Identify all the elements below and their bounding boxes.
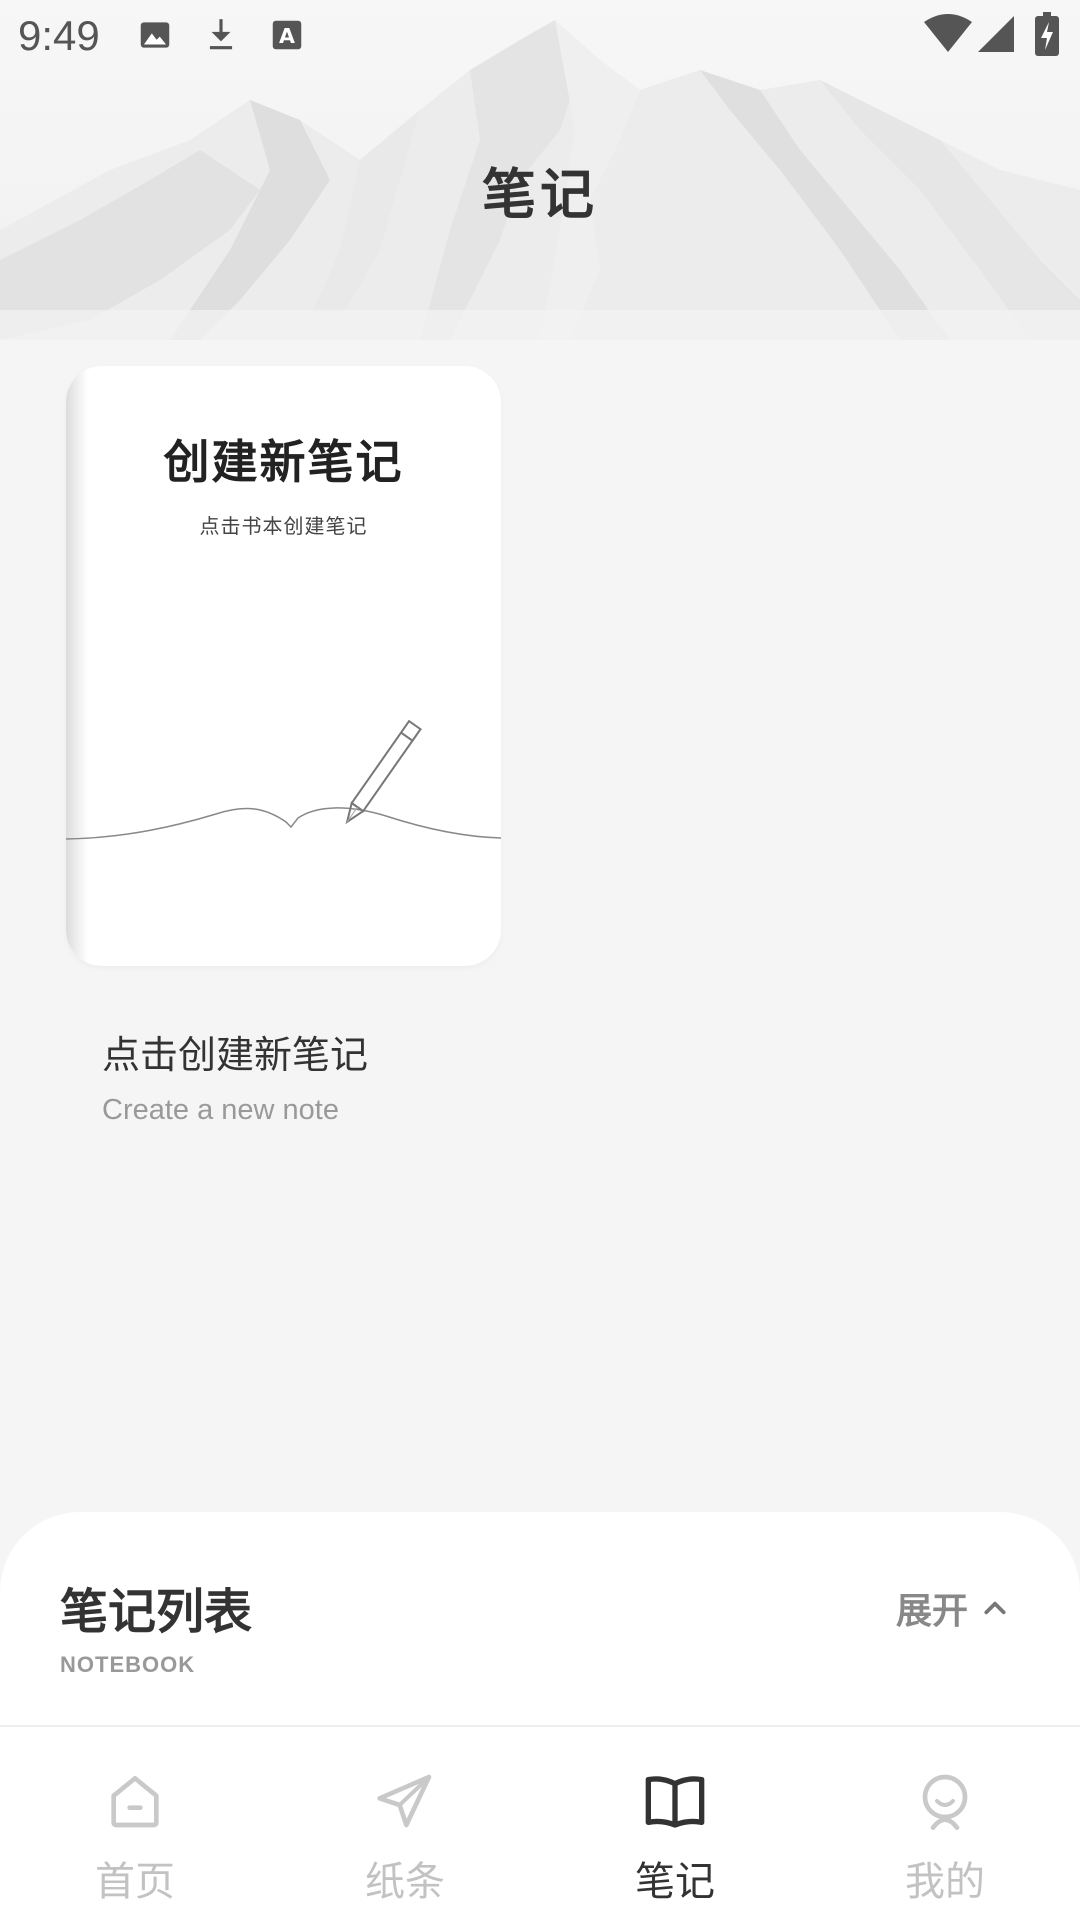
status-time: 9:49 (18, 12, 100, 59)
page-title: 笔记 (482, 163, 598, 226)
pen-writing-illustration (66, 719, 501, 840)
battery-charging-icon (1035, 12, 1059, 56)
bottom-nav: 首页 纸条 笔记 我的 (0, 1727, 1080, 1920)
profile-icon (922, 1774, 968, 1830)
nav-item-home[interactable]: 首页 (0, 1727, 270, 1920)
expand-label: 展开 (895, 1591, 968, 1632)
nav-item-notes-paper[interactable]: 纸条 (270, 1727, 540, 1920)
paper-plane-icon (377, 1774, 432, 1828)
book-title: 创建新笔记 (163, 435, 404, 489)
wifi-icon (924, 14, 972, 52)
image-icon (140, 22, 170, 48)
nav-label-notebook: 笔记 (635, 1859, 715, 1905)
book-icon (645, 1776, 705, 1828)
notebook-title: 笔记列表 (60, 1584, 253, 1640)
download-icon (209, 19, 233, 50)
nav-item-notebook[interactable]: 笔记 (540, 1727, 810, 1920)
notebook-subtitle: NOTEBOOK (60, 1652, 196, 1677)
expand-button[interactable]: 展开 (896, 1582, 1008, 1634)
status-bar: 9:49 A (0, 0, 1080, 72)
chevron-up-icon (984, 1601, 1006, 1615)
nav-item-profile[interactable]: 我的 (810, 1727, 1080, 1920)
nav-label-profile: 我的 (905, 1859, 985, 1905)
home-icon (111, 1776, 159, 1828)
svg-text:A: A (279, 24, 295, 48)
create-note-book[interactable]: 创建新笔记 点击书本创建笔记 (66, 366, 501, 966)
create-note-label[interactable]: 点击创建新笔记 (102, 1024, 368, 1079)
signal-icon (978, 16, 1014, 52)
notebook-sheet: 笔记列表 NOTEBOOK 展开 (0, 1512, 1080, 1752)
create-note-sublabel: Create a new note (102, 1094, 339, 1126)
nav-label-paper: 纸条 (365, 1859, 445, 1905)
book-subtitle: 点击书本创建笔记 (199, 514, 368, 538)
font-icon: A (272, 20, 302, 50)
nav-label-home: 首页 (95, 1859, 175, 1905)
